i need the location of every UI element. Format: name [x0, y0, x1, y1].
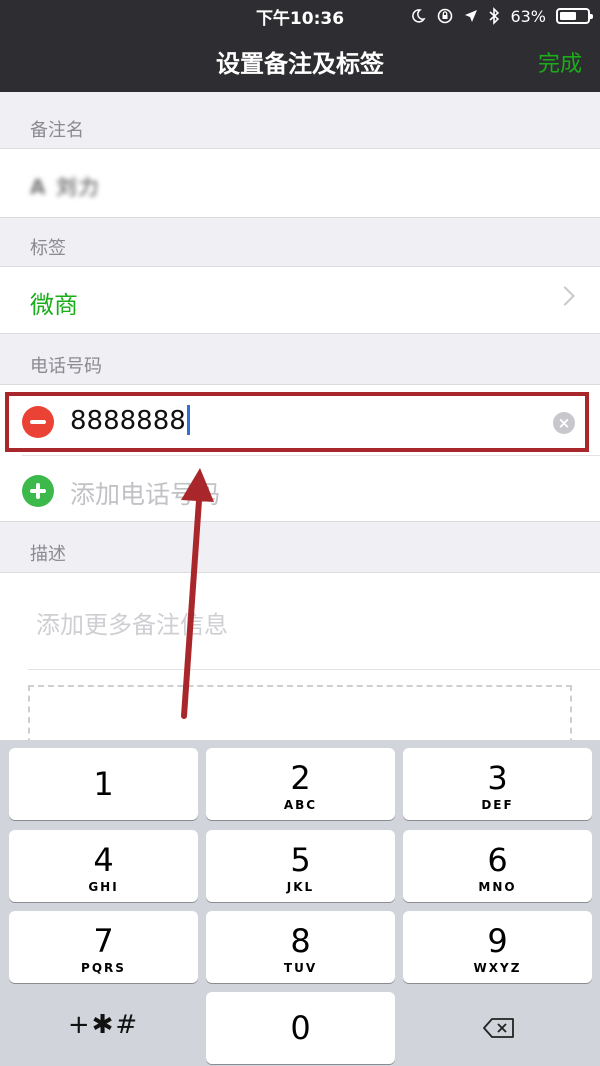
key-7[interactable]: 7 PQRS	[9, 911, 198, 983]
key-number: 5	[290, 841, 311, 879]
description-section: 添加更多备注信息	[0, 572, 600, 755]
bluetooth-icon	[489, 7, 500, 25]
key-letters: MNO	[478, 880, 517, 894]
rotation-lock-icon	[438, 8, 453, 24]
symbols-label: +✱#	[67, 1010, 140, 1040]
key-number: 7	[93, 922, 114, 960]
key-letters: TUV	[283, 961, 318, 975]
tags-row[interactable]: 微商	[0, 266, 600, 334]
key-number: 3	[487, 759, 508, 797]
status-icons: 63%	[410, 5, 593, 27]
key-5[interactable]: 5 JKL	[206, 830, 395, 902]
description-input[interactable]: 添加更多备注信息	[36, 605, 228, 640]
delete-key[interactable]	[403, 992, 592, 1064]
key-number: 6	[487, 841, 508, 879]
key-8[interactable]: 8 TUV	[206, 911, 395, 983]
battery-level	[560, 12, 577, 20]
tag-value: 微商	[30, 291, 78, 319]
done-button[interactable]: 完成	[538, 46, 582, 78]
key-letters: ABC	[283, 798, 318, 812]
backspace-icon	[483, 1018, 514, 1038]
chevron-right-icon	[555, 286, 575, 306]
moon-icon	[412, 9, 427, 23]
key-number: 2	[290, 759, 311, 797]
key-4[interactable]: 4 GHI	[9, 830, 198, 902]
clear-circle-icon[interactable]: ×	[553, 412, 575, 434]
key-number: 4	[93, 841, 114, 879]
key-letters: WXYZ	[473, 961, 522, 975]
description-section-label: 描述	[30, 544, 66, 565]
add-phone-button[interactable]: 添加电话号码	[70, 475, 220, 511]
key-1[interactable]: 1	[9, 748, 198, 820]
key-0[interactable]: 0	[206, 992, 395, 1064]
key-number: 1	[93, 765, 114, 803]
symbols-key[interactable]: +✱#	[9, 992, 198, 1064]
location-arrow-icon	[465, 10, 478, 22]
remark-name-value: A 刘力	[30, 175, 101, 199]
tags-section-label: 标签	[30, 238, 66, 259]
row-divider	[22, 455, 600, 456]
key-letters: DEF	[481, 798, 514, 812]
battery-icon	[556, 8, 593, 24]
text-caret	[186, 405, 190, 435]
page-title: 设置备注及标签	[216, 50, 384, 78]
remove-circle-icon[interactable]	[22, 406, 54, 438]
key-3[interactable]: 3 DEF	[403, 748, 592, 820]
key-letters: JKL	[286, 880, 315, 894]
key-number: 0	[290, 1009, 311, 1047]
key-number: 9	[487, 922, 508, 960]
row-divider	[28, 669, 600, 670]
key-9[interactable]: 9 WXYZ	[403, 911, 592, 983]
phone-number-input[interactable]: 8888888	[70, 405, 190, 436]
remark-name-row[interactable]: A 刘力	[0, 148, 600, 218]
key-number: 8	[290, 922, 311, 960]
top-bar: 下午10:36 63% 设置备注及标签 完成	[0, 0, 600, 92]
add-circle-icon[interactable]	[22, 475, 54, 507]
key-letters: GHI	[88, 880, 119, 894]
battery-percent: 63%	[510, 6, 546, 26]
phone-number-value: 8888888	[70, 406, 186, 436]
key-2[interactable]: 2 ABC	[206, 748, 395, 820]
key-6[interactable]: 6 MNO	[403, 830, 592, 902]
status-bar: 下午10:36 63%	[0, 0, 600, 32]
phone-section: 8888888 × 添加电话号码	[0, 384, 600, 522]
numeric-keypad: 1 2 ABC 3 DEF 4 GHI 5 JKL 6 MNO 7 PQRS 8…	[0, 740, 600, 1066]
key-letters: PQRS	[81, 961, 126, 975]
remark-section-label: 备注名	[30, 120, 84, 141]
phone-section-label: 电话号码	[30, 356, 102, 377]
